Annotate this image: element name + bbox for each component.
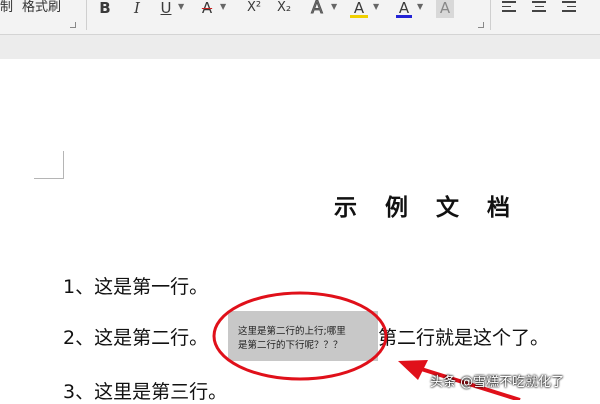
annotation-circle <box>212 291 388 381</box>
watermark: 头条 @雪糕不吃就化了 <box>430 375 565 390</box>
annotation-overlay <box>212 291 521 400</box>
